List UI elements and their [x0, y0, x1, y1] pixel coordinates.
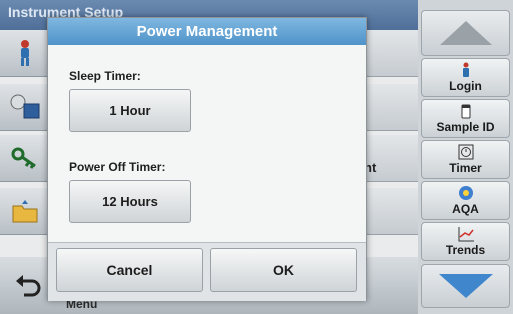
operator-icon: [10, 38, 40, 68]
sample-id-label: Sample ID: [436, 120, 495, 134]
sample-id-icon: [422, 103, 509, 121]
setup-row[interactable]: [364, 30, 418, 77]
trends-icon: [422, 226, 509, 244]
sleep-timer-label: Sleep Timer:: [69, 69, 141, 83]
power-off-timer-button[interactable]: 12 Hours: [69, 180, 191, 223]
cancel-label: Cancel: [106, 262, 153, 278]
power-off-timer-label: Power Off Timer:: [69, 160, 166, 174]
scroll-down-icon: [438, 274, 493, 298]
screen: Instrument Setup nt Menu Login Sample ID…: [0, 0, 513, 314]
sample-id-button[interactable]: Sample ID: [421, 99, 510, 138]
setup-row[interactable]: [364, 84, 418, 131]
trends-label: Trends: [445, 243, 486, 257]
folder-icon: [10, 196, 40, 226]
timer-button[interactable]: Timer: [421, 140, 510, 179]
sleep-timer-value: 1 Hour: [109, 103, 151, 118]
dialog-title: Power Management: [48, 18, 366, 45]
back-icon[interactable]: [14, 273, 42, 301]
sleep-timer-button[interactable]: 1 Hour: [69, 89, 191, 132]
aqa-icon: [422, 185, 509, 203]
power-management-dialog: Power Management Sleep Timer: 1 Hour Pow…: [47, 17, 367, 301]
instrument-icon: [10, 92, 40, 122]
aqa-label: AQA: [452, 202, 479, 216]
key-icon: [10, 143, 40, 173]
cancel-button[interactable]: Cancel: [56, 248, 203, 292]
login-icon: [422, 62, 509, 80]
aqa-button[interactable]: AQA: [421, 181, 510, 220]
timer-icon: [422, 144, 509, 162]
power-off-timer-value: 12 Hours: [102, 194, 158, 209]
scroll-up-button[interactable]: [421, 10, 510, 56]
login-label: Login: [449, 79, 482, 93]
setup-row[interactable]: [364, 188, 418, 235]
trends-button[interactable]: Trends: [421, 222, 510, 261]
ok-label: OK: [273, 262, 294, 278]
timer-label: Timer: [449, 161, 482, 175]
scroll-down-button[interactable]: [421, 264, 510, 308]
ok-button[interactable]: OK: [210, 248, 357, 292]
login-button[interactable]: Login: [421, 58, 510, 97]
scroll-up-icon: [439, 21, 492, 45]
